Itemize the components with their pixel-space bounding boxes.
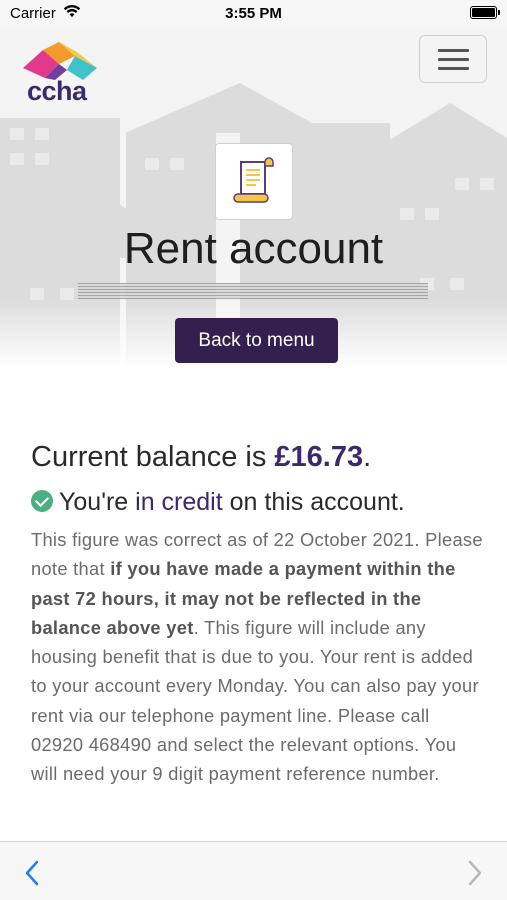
- check-circle-icon: [31, 490, 53, 512]
- balance-suffix: .: [363, 441, 372, 473]
- balance-amount: £16.73: [274, 441, 364, 473]
- scroll-document-icon: [233, 157, 274, 203]
- page-icon-box: [215, 143, 293, 220]
- info-date-line: This figure was correct as of 22 October…: [31, 529, 420, 550]
- balance-info-paragraph: This figure was correct as of 22 October…: [31, 525, 486, 789]
- info-note-suffix: . This figure will include any housing b…: [31, 616, 479, 785]
- credit-highlight: in credit: [135, 488, 223, 516]
- page-title: Rent account: [123, 224, 384, 273]
- current-balance: Current balance is £16.73.: [31, 441, 371, 474]
- battery-icon: [470, 6, 500, 19]
- credit-status: You're in credit on this account.: [31, 488, 405, 517]
- title-underline: [78, 283, 428, 299]
- logo-text: ccha: [27, 76, 87, 106]
- credit-suffix: on this account.: [222, 488, 405, 516]
- menu-button[interactable]: [419, 35, 487, 83]
- clock: 3:55 PM: [225, 5, 282, 22]
- chevron-left-icon[interactable]: [20, 859, 46, 887]
- back-to-menu-button[interactable]: Back to menu: [175, 318, 338, 363]
- bottom-navigation-bar: [0, 841, 507, 900]
- chevron-right-icon[interactable]: [461, 859, 487, 887]
- hamburger-line: [438, 67, 469, 70]
- hamburger-line: [438, 58, 469, 61]
- hamburger-line: [438, 49, 469, 52]
- balance-prefix: Current balance is: [31, 441, 275, 473]
- status-bar: Carrier 3:55 PM: [0, 0, 507, 28]
- credit-prefix: You're: [59, 488, 136, 516]
